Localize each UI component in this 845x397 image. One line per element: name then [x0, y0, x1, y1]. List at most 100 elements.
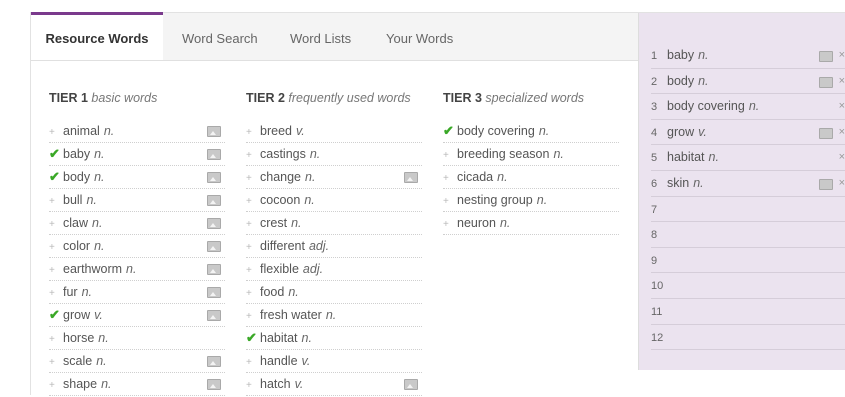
- image-icon[interactable]: [819, 76, 833, 88]
- add-icon[interactable]: +: [443, 191, 457, 213]
- word-row[interactable]: + horse n.: [49, 327, 225, 350]
- your-word-label[interactable]: grow: [667, 125, 694, 139]
- word-row[interactable]: + castings n.: [246, 143, 422, 166]
- image-icon[interactable]: [207, 195, 221, 206]
- image-icon[interactable]: [404, 379, 418, 390]
- word-row[interactable]: + food n.: [246, 281, 422, 304]
- word-label[interactable]: animal: [63, 124, 100, 138]
- your-word-slot[interactable]: 2 body n. ×: [651, 69, 845, 95]
- add-icon[interactable]: +: [246, 352, 260, 374]
- remove-icon[interactable]: ×: [839, 171, 845, 196]
- word-row[interactable]: + animal n.: [49, 120, 225, 143]
- add-icon[interactable]: +: [246, 145, 260, 167]
- tab-your-words[interactable]: Your Words: [386, 13, 453, 60]
- your-word-label[interactable]: baby: [667, 48, 694, 62]
- word-label[interactable]: color: [63, 239, 90, 253]
- word-label[interactable]: shape: [63, 377, 97, 391]
- word-label[interactable]: body covering: [457, 124, 535, 138]
- add-icon[interactable]: +: [49, 122, 63, 144]
- word-row[interactable]: + neuron n.: [443, 212, 619, 235]
- word-row[interactable]: + scale n.: [49, 350, 225, 373]
- word-row[interactable]: + earthworm n.: [49, 258, 225, 281]
- remove-icon[interactable]: ×: [839, 43, 845, 68]
- word-label[interactable]: breeding season: [457, 147, 549, 161]
- word-row[interactable]: + color n.: [49, 235, 225, 258]
- word-row[interactable]: + cocoon n.: [246, 189, 422, 212]
- word-label[interactable]: bull: [63, 193, 82, 207]
- add-icon[interactable]: +: [49, 283, 63, 305]
- word-label[interactable]: cicada: [457, 170, 493, 184]
- word-label[interactable]: different: [260, 239, 305, 253]
- word-label[interactable]: habitat: [260, 331, 298, 345]
- word-label[interactable]: claw: [63, 216, 88, 230]
- word-label[interactable]: handle: [260, 354, 298, 368]
- word-row[interactable]: + fur n.: [49, 281, 225, 304]
- image-icon[interactable]: [207, 172, 221, 183]
- your-word-slot[interactable]: 12: [651, 325, 845, 351]
- word-label[interactable]: horse: [63, 331, 94, 345]
- image-icon[interactable]: [207, 356, 221, 367]
- word-label[interactable]: food: [260, 285, 284, 299]
- your-word-label[interactable]: habitat: [667, 150, 705, 164]
- word-row[interactable]: + different adj.: [246, 235, 422, 258]
- add-icon[interactable]: +: [246, 283, 260, 305]
- word-row[interactable]: ✔ body n.: [49, 166, 225, 189]
- word-label[interactable]: crest: [260, 216, 287, 230]
- word-row[interactable]: ✔ body covering n.: [443, 120, 619, 143]
- word-row[interactable]: + bull n.: [49, 189, 225, 212]
- add-icon[interactable]: +: [246, 191, 260, 213]
- image-icon[interactable]: [207, 287, 221, 298]
- add-icon[interactable]: +: [49, 214, 63, 236]
- remove-icon[interactable]: ×: [839, 69, 845, 94]
- tab-word-lists[interactable]: Word Lists: [290, 13, 351, 60]
- word-row[interactable]: + handle v.: [246, 350, 422, 373]
- add-icon[interactable]: +: [246, 122, 260, 144]
- word-label[interactable]: grow: [63, 308, 90, 322]
- image-icon[interactable]: [207, 126, 221, 137]
- remove-icon[interactable]: ×: [839, 120, 845, 145]
- your-word-label[interactable]: skin: [667, 176, 689, 190]
- image-icon[interactable]: [819, 51, 833, 62]
- image-icon[interactable]: [819, 178, 833, 190]
- word-label[interactable]: nesting group: [457, 193, 533, 207]
- word-row[interactable]: ✔ baby n.: [49, 143, 225, 166]
- word-label[interactable]: flexible: [260, 262, 299, 276]
- your-word-slot[interactable]: 6 skin n. ×: [651, 171, 845, 197]
- your-word-slot[interactable]: 1 baby n. ×: [651, 43, 845, 69]
- word-row[interactable]: + fresh water n.: [246, 304, 422, 327]
- your-word-slot[interactable]: 8: [651, 222, 845, 248]
- add-icon[interactable]: +: [443, 214, 457, 236]
- image-icon[interactable]: [404, 172, 418, 183]
- your-word-label[interactable]: body: [667, 74, 694, 88]
- image-icon[interactable]: [207, 241, 221, 252]
- word-row[interactable]: + crest n.: [246, 212, 422, 235]
- your-word-slot[interactable]: 4 grow v. ×: [651, 120, 845, 146]
- word-label[interactable]: hatch: [260, 377, 291, 391]
- your-word-slot[interactable]: 11: [651, 299, 845, 325]
- word-label[interactable]: body: [63, 170, 90, 184]
- word-label[interactable]: change: [260, 170, 301, 184]
- word-row[interactable]: + flexible adj.: [246, 258, 422, 281]
- add-icon[interactable]: +: [49, 329, 63, 351]
- word-row[interactable]: + breeding season n.: [443, 143, 619, 166]
- your-word-label[interactable]: body covering: [667, 99, 745, 113]
- add-icon[interactable]: +: [246, 237, 260, 259]
- word-label[interactable]: castings: [260, 147, 306, 161]
- word-label[interactable]: fur: [63, 285, 78, 299]
- word-label[interactable]: fresh water: [260, 308, 322, 322]
- word-label[interactable]: cocoon: [260, 193, 300, 207]
- add-icon[interactable]: +: [246, 260, 260, 282]
- tab-resource-words[interactable]: Resource Words: [31, 12, 163, 60]
- word-row[interactable]: + nesting group n.: [443, 189, 619, 212]
- remove-icon[interactable]: ×: [839, 145, 845, 170]
- word-row[interactable]: + breed v.: [246, 120, 422, 143]
- word-row[interactable]: + cicada n.: [443, 166, 619, 189]
- add-icon[interactable]: +: [443, 145, 457, 167]
- remove-icon[interactable]: ×: [839, 94, 845, 119]
- your-word-slot[interactable]: 5 habitat n. ×: [651, 145, 845, 171]
- image-icon[interactable]: [207, 310, 221, 321]
- add-icon[interactable]: +: [246, 306, 260, 328]
- word-label[interactable]: baby: [63, 147, 90, 161]
- image-icon[interactable]: [207, 149, 221, 160]
- word-label[interactable]: breed: [260, 124, 292, 138]
